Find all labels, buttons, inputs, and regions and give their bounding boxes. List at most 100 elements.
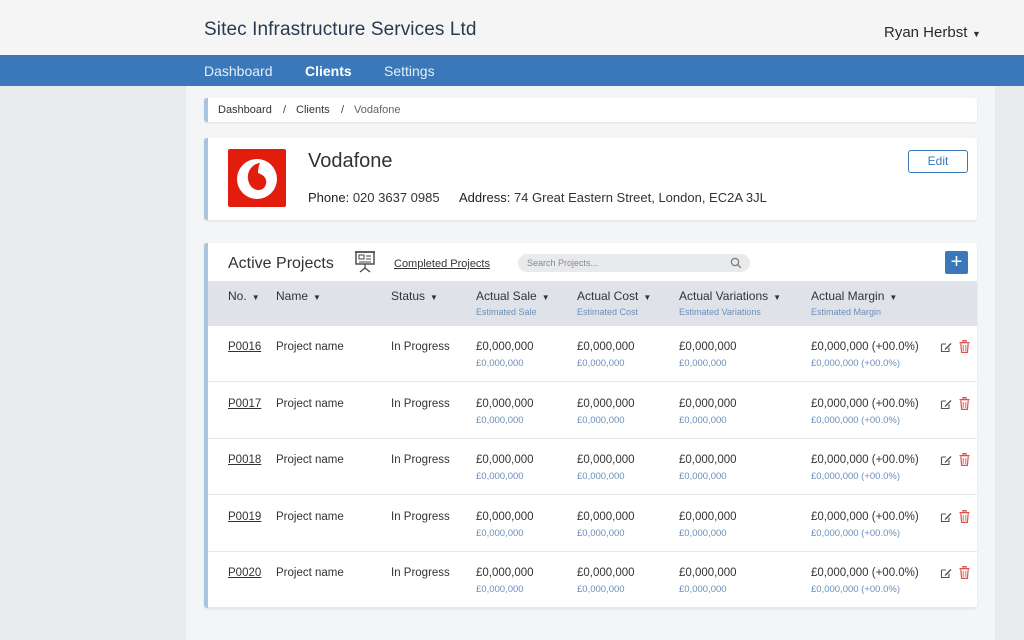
delete-icon[interactable]	[959, 453, 970, 471]
sort-caret-icon[interactable]: ▼	[643, 293, 651, 302]
project-number-link[interactable]: P0016	[228, 341, 261, 353]
client-address: Address: 74 Great Eastern Street, London…	[459, 190, 767, 205]
actual-sale: £0,000,000	[476, 397, 534, 410]
user-menu[interactable]: Ryan Herbst	[884, 24, 967, 41]
column-header-actual-margin[interactable]: Actual Margin ▼	[811, 289, 897, 303]
delete-icon[interactable]	[959, 509, 970, 528]
project-status: In Progress	[391, 510, 450, 523]
edit-icon[interactable]	[940, 340, 952, 358]
project-name: Project name	[276, 510, 344, 523]
column-header-actual-cost[interactable]: Actual Cost ▼	[577, 289, 651, 303]
breadcrumb-dashboard[interactable]: Dashboard	[218, 104, 272, 116]
client-name: Vodafone	[308, 150, 393, 172]
project-status: In Progress	[391, 341, 450, 353]
user-menu-caret-icon[interactable]: ▼	[972, 29, 981, 39]
estimated-variations: £0,000,000	[679, 527, 727, 539]
actual-variations: £0,000,000	[679, 567, 737, 579]
phone-label: Phone:	[308, 190, 350, 205]
project-name: Project name	[276, 567, 344, 579]
edit-icon[interactable]	[940, 566, 952, 584]
estimated-cost: £0,000,000	[577, 471, 625, 482]
actual-sale: £0,000,000	[476, 510, 534, 523]
sort-caret-icon[interactable]: ▼	[889, 293, 897, 302]
table-row[interactable]: P0020 Project name In Progress £0,000,000 £0…	[208, 552, 977, 608]
table-row[interactable]: P0018 Project name In Progress £0,000,000 £0…	[208, 439, 977, 495]
phone-value: 020 3637 0985	[352, 190, 440, 205]
actual-sale: £0,000,000	[476, 454, 534, 466]
actual-margin: £0,000,000 (+00.0%)	[811, 567, 919, 579]
search-input[interactable]	[518, 254, 718, 272]
actual-cost: £0,000,000	[577, 454, 635, 466]
column-header-status[interactable]: Status ▼	[391, 289, 438, 303]
table-header: No. ▼ Name ▼ Status ▼ Actual Sale ▼ Estimate…	[208, 281, 977, 326]
actual-variations: £0,000,000	[679, 397, 737, 410]
table-row[interactable]: P0019 Project name In Progress £0,000,000 £0…	[208, 496, 977, 552]
project-status: In Progress	[391, 567, 450, 579]
completed-projects-link[interactable]: Completed Projects	[394, 258, 490, 270]
search-box	[518, 254, 750, 272]
column-label: Actual Sale	[476, 289, 537, 303]
main-nav: Dashboard Clients Settings	[0, 55, 1024, 86]
column-label: Name	[276, 289, 309, 303]
nav-clients[interactable]: Clients	[305, 63, 352, 79]
sort-caret-icon[interactable]: ▼	[542, 293, 550, 302]
column-header-name[interactable]: Name ▼	[276, 289, 321, 303]
presentation-board-icon[interactable]	[354, 250, 376, 274]
delete-icon[interactable]	[959, 396, 970, 415]
estimated-cost: £0,000,000	[577, 527, 625, 539]
column-sub-estimated-margin: Estimated Margin	[811, 307, 882, 317]
add-project-button[interactable]: +	[945, 251, 968, 274]
project-number-link[interactable]: P0019	[228, 511, 261, 523]
nav-dashboard[interactable]: Dashboard	[204, 63, 273, 79]
sort-caret-icon[interactable]: ▼	[430, 293, 438, 302]
client-card: Vodafone Phone: 020 3637 0985 Address: 7…	[204, 138, 977, 220]
edit-icon[interactable]	[940, 453, 952, 471]
table-row[interactable]: P0016 Project name In Progress £0,000,000 £0…	[208, 326, 977, 382]
column-sub-estimated-cost: Estimated Cost	[577, 307, 639, 317]
estimated-margin: £0,000,000 (+00.0%)	[811, 414, 900, 426]
column-label: No.	[228, 289, 247, 303]
sort-caret-icon[interactable]: ▼	[313, 293, 321, 302]
search-icon[interactable]	[730, 257, 742, 269]
actual-sale: £0,000,000	[476, 341, 534, 353]
sort-caret-icon[interactable]: ▼	[252, 293, 260, 302]
delete-icon[interactable]	[959, 340, 970, 358]
breadcrumb-clients[interactable]: Clients	[296, 104, 330, 116]
estimated-sale: £0,000,000	[476, 527, 524, 539]
delete-icon[interactable]	[959, 566, 970, 584]
estimated-margin: £0,000,000 (+00.0%)	[811, 527, 900, 539]
actual-sale: £0,000,000	[476, 567, 534, 579]
estimated-cost: £0,000,000	[577, 414, 625, 426]
actual-margin: £0,000,000 (+00.0%)	[811, 341, 919, 353]
project-number-link[interactable]: P0018	[228, 454, 261, 466]
actual-cost: £0,000,000	[577, 510, 635, 523]
column-header-no[interactable]: No. ▼	[228, 289, 260, 303]
sort-caret-icon[interactable]: ▼	[773, 293, 781, 302]
edit-icon[interactable]	[940, 510, 952, 528]
column-header-actual-sale[interactable]: Actual Sale ▼	[476, 289, 550, 303]
project-name: Project name	[276, 341, 344, 353]
breadcrumb: Dashboard / Clients / Vodafone	[204, 98, 977, 122]
column-sub-estimated-variations: Estimated Variations	[679, 307, 761, 317]
table-row[interactable]: P0017 Project name In Progress £0,000,000 £0…	[208, 383, 977, 439]
client-logo	[228, 149, 286, 207]
edit-icon[interactable]	[940, 397, 952, 415]
breadcrumb-current: Vodafone	[354, 104, 401, 116]
project-name: Project name	[276, 397, 344, 410]
column-label: Actual Variations	[679, 289, 769, 303]
project-number-link[interactable]: P0017	[228, 398, 261, 410]
projects-card: Active Projects Completed Projects + No.…	[204, 243, 977, 608]
edit-client-button[interactable]: Edit	[908, 150, 968, 173]
column-header-actual-variations[interactable]: Actual Variations ▼	[679, 289, 781, 303]
estimated-variations: £0,000,000	[679, 358, 727, 369]
client-phone: Phone: 020 3637 0985	[308, 190, 440, 205]
actual-margin: £0,000,000 (+00.0%)	[811, 510, 919, 523]
estimated-variations: £0,000,000	[679, 584, 727, 595]
nav-settings[interactable]: Settings	[384, 63, 435, 79]
actual-margin: £0,000,000 (+00.0%)	[811, 454, 919, 466]
estimated-margin: £0,000,000 (+00.0%)	[811, 584, 900, 595]
project-number-link[interactable]: P0020	[228, 567, 261, 579]
project-name: Project name	[276, 454, 344, 466]
estimated-cost: £0,000,000	[577, 584, 625, 595]
top-bar: Sitec Infrastructure Services Ltd Ryan H…	[0, 0, 1024, 55]
